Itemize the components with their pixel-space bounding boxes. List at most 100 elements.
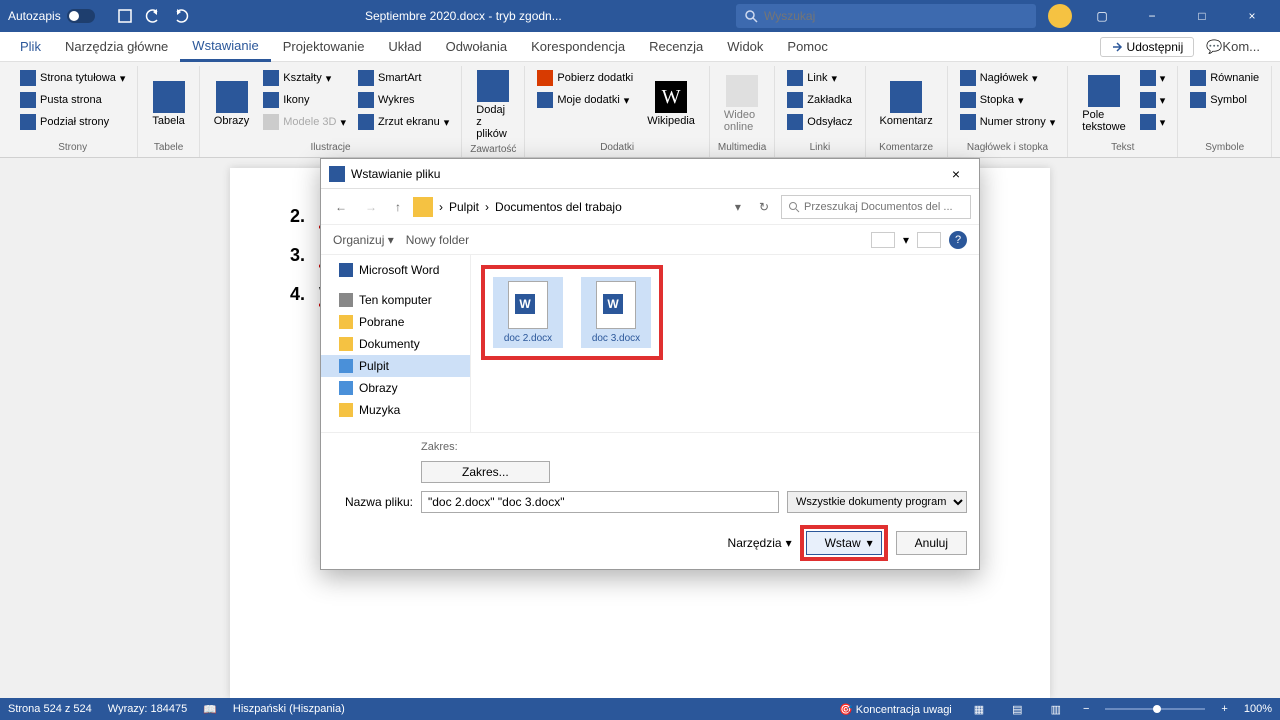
tree-word[interactable]: Microsoft Word	[321, 259, 470, 281]
read-mode-icon[interactable]: ▦	[968, 703, 990, 716]
header-button[interactable]: Nagłówek ▾	[956, 68, 1060, 88]
tab-mailings[interactable]: Korespondencja	[519, 32, 637, 62]
zoom-slider[interactable]	[1105, 708, 1205, 710]
save-icon[interactable]	[115, 6, 135, 26]
up-button[interactable]: ↑	[389, 198, 407, 216]
minimize-button[interactable]: −	[1132, 0, 1172, 32]
document-title: Septiembre 2020.docx - tryb zgodn...	[191, 9, 736, 23]
organize-button[interactable]: Organizuj ▾	[333, 233, 394, 247]
tab-review[interactable]: Recenzja	[637, 32, 715, 62]
word-count[interactable]: Wyrazy: 184475	[108, 703, 187, 715]
my-addins-button[interactable]: Moje dodatki ▾	[533, 90, 637, 110]
breadcrumb-folder[interactable]: Documentos del trabajo	[495, 200, 622, 214]
tree-pictures[interactable]: Obrazy	[321, 377, 470, 399]
close-button[interactable]: ×	[1232, 0, 1272, 32]
page-break-button[interactable]: Podział strony	[16, 112, 129, 132]
quickparts-button[interactable]: ▾	[1136, 68, 1170, 88]
language-status[interactable]: Hiszpański (Hiszpania)	[233, 703, 345, 715]
breadcrumb-root[interactable]: Pulpit	[449, 200, 479, 214]
tree-music[interactable]: Muzyka	[321, 399, 470, 421]
help-icon[interactable]: ?	[949, 231, 967, 249]
cover-page-button[interactable]: Strona tytułowa ▾	[16, 68, 129, 88]
link-button[interactable]: Link ▾	[783, 68, 856, 88]
screenshot-button[interactable]: Zrzut ekranu ▾	[354, 112, 453, 132]
crossref-button[interactable]: Odsyłacz	[783, 112, 856, 132]
dialog-titlebar: Wstawianie pliku ×	[321, 159, 979, 189]
equation-button[interactable]: Równanie	[1186, 68, 1263, 88]
autosave-toggle[interactable]: Autozapis	[8, 9, 95, 23]
tree-documents[interactable]: Dokumenty	[321, 333, 470, 355]
redo-icon[interactable]	[171, 6, 191, 26]
maximize-button[interactable]: □	[1182, 0, 1222, 32]
footer-button[interactable]: Stopka ▾	[956, 90, 1060, 110]
tree-computer[interactable]: Ten komputer	[321, 289, 470, 311]
user-avatar[interactable]	[1048, 4, 1072, 28]
dialog-search-input[interactable]	[804, 201, 964, 213]
pictures-button[interactable]: Obrazy	[208, 68, 255, 140]
video-button[interactable]: Wideo online	[718, 68, 766, 140]
page-number-button[interactable]: Numer strony ▾	[956, 112, 1060, 132]
cancel-button[interactable]: Anuluj	[896, 531, 967, 555]
back-button[interactable]: ←	[329, 198, 353, 216]
dialog-close-button[interactable]: ×	[941, 166, 971, 182]
bookmark-button[interactable]: Zakładka	[783, 90, 856, 110]
view-mode-button[interactable]	[871, 232, 895, 248]
range-button[interactable]: Zakres...	[421, 461, 550, 483]
page-status[interactable]: Strona 524 z 524	[8, 703, 92, 715]
tab-insert[interactable]: Wstawianie	[180, 32, 270, 62]
refresh-button[interactable]: ↻	[753, 198, 775, 216]
blank-page-button[interactable]: Pusta strona	[16, 90, 129, 110]
breadcrumb-dropdown[interactable]: ▾	[729, 198, 747, 216]
docx-icon	[596, 281, 636, 329]
insert-button[interactable]: Wstaw▾	[806, 531, 882, 555]
reuse-files-button[interactable]: Dodaj z plików	[470, 68, 516, 142]
chart-button[interactable]: Wykres	[354, 90, 453, 110]
zoom-out[interactable]: −	[1083, 703, 1089, 715]
tree-downloads[interactable]: Pobrane	[321, 311, 470, 333]
undo-icon[interactable]	[143, 6, 163, 26]
focus-mode[interactable]: 🎯 Koncentracja uwagi	[839, 703, 952, 716]
table-button[interactable]: Tabela	[146, 68, 190, 140]
preview-pane-button[interactable]	[917, 232, 941, 248]
tab-layout[interactable]: Układ	[376, 32, 433, 62]
file-item[interactable]: doc 3.docx	[581, 277, 651, 348]
zoom-in[interactable]: +	[1221, 703, 1227, 715]
tab-design[interactable]: Projektowanie	[271, 32, 377, 62]
tab-help[interactable]: Pomoc	[775, 32, 839, 62]
dropcap-button[interactable]: ▾	[1136, 112, 1170, 132]
new-folder-button[interactable]: Nowy folder	[406, 233, 469, 247]
dialog-search[interactable]	[781, 195, 971, 219]
selected-files-highlight: doc 2.docx doc 3.docx	[481, 265, 663, 360]
file-item[interactable]: doc 2.docx	[493, 277, 563, 348]
view-dropdown[interactable]: ▾	[903, 233, 909, 247]
file-list[interactable]: doc 2.docx doc 3.docx	[471, 255, 979, 432]
tab-file[interactable]: Plik	[8, 32, 53, 62]
share-button[interactable]: Udostępnij	[1100, 37, 1195, 57]
models3d-button[interactable]: Modele 3D ▾	[259, 112, 350, 132]
shapes-button[interactable]: Kształty ▾	[259, 68, 350, 88]
tab-home[interactable]: Narzędzia główne	[53, 32, 180, 62]
wikipedia-button[interactable]: WWikipedia	[641, 68, 701, 140]
tab-view[interactable]: Widok	[715, 32, 775, 62]
filetype-select[interactable]: Wszystkie dokumenty program...	[787, 491, 967, 513]
spellcheck-icon[interactable]: 📖	[203, 703, 217, 716]
comments-button[interactable]: 💬 Kom...	[1194, 32, 1272, 62]
web-layout-icon[interactable]: ▥	[1045, 703, 1067, 716]
tools-dropdown[interactable]: Narzędzia ▾	[728, 536, 792, 550]
symbol-button[interactable]: Symbol	[1186, 90, 1263, 110]
ribbon-options-icon[interactable]: ▢	[1082, 0, 1122, 32]
search-input[interactable]	[764, 9, 1028, 23]
filename-input[interactable]	[421, 491, 779, 513]
textbox-button[interactable]: Pole tekstowe	[1076, 68, 1131, 140]
tree-desktop[interactable]: Pulpit	[321, 355, 470, 377]
tab-references[interactable]: Odwołania	[434, 32, 519, 62]
zoom-level[interactable]: 100%	[1244, 703, 1272, 715]
icons-button[interactable]: Ikony	[259, 90, 350, 110]
smartart-button[interactable]: SmartArt	[354, 68, 453, 88]
print-layout-icon[interactable]: ▤	[1006, 703, 1028, 716]
search-box[interactable]	[736, 4, 1036, 28]
wordart-button[interactable]: ▾	[1136, 90, 1170, 110]
forward-button[interactable]: →	[359, 198, 383, 216]
comment-button[interactable]: Komentarz	[874, 68, 939, 140]
get-addins-button[interactable]: Pobierz dodatki	[533, 68, 637, 88]
